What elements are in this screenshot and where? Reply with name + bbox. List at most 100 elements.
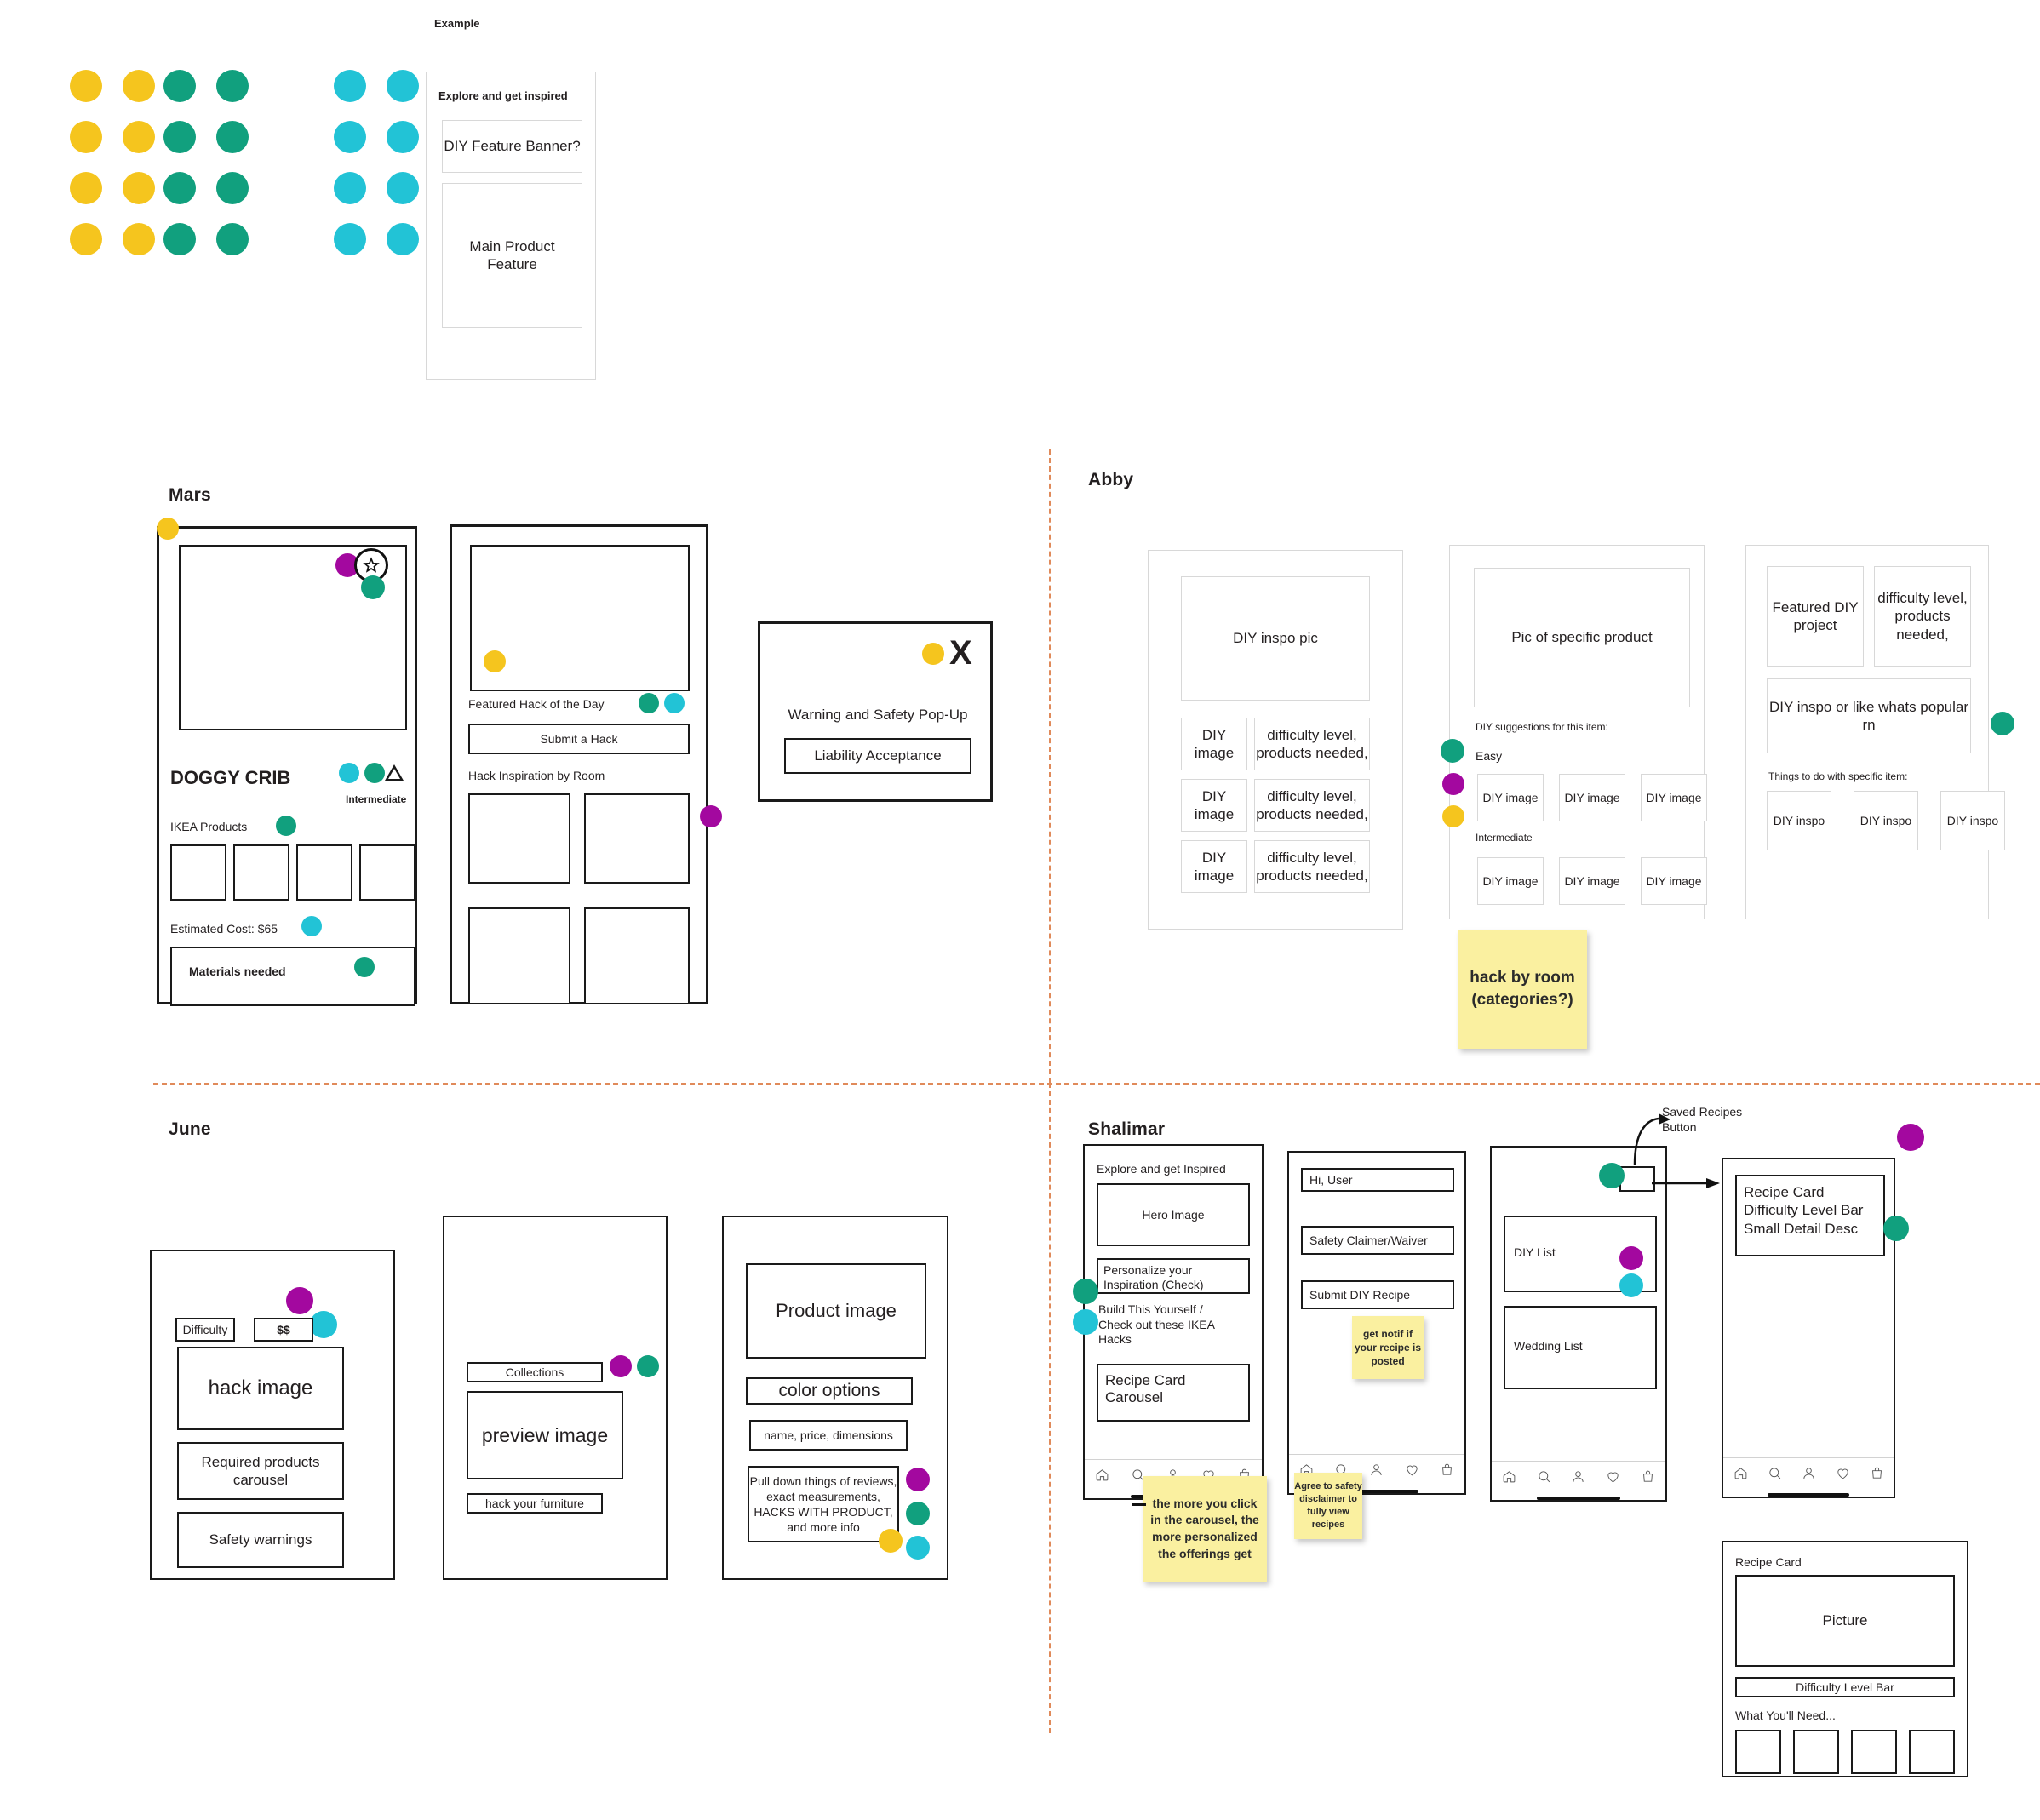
shalimar-hero-image[interactable]: Hero Image	[1097, 1183, 1250, 1246]
annotation-dot-teal[interactable]	[906, 1502, 930, 1525]
annotation-dot-teal[interactable]	[637, 1355, 659, 1377]
annotation-dot-purple[interactable]	[1897, 1124, 1924, 1151]
mars-room-tile[interactable]	[468, 793, 570, 884]
annotation-dot-cyan[interactable]	[664, 693, 685, 713]
annotation-dot-cyan[interactable]	[339, 763, 359, 783]
june-safety-warnings[interactable]: Safety warnings	[177, 1512, 344, 1568]
june-product-image[interactable]: Product image	[746, 1263, 926, 1359]
mars-liability-button[interactable]: Liability Acceptance	[784, 738, 971, 774]
recipe-card-difficulty-bar[interactable]: Difficulty Level Bar	[1735, 1677, 1955, 1697]
shalimar-nav-bar-3[interactable]	[1492, 1461, 1665, 1491]
abby-product-image[interactable]: Pic of specific product	[1474, 568, 1690, 707]
recipe-card-need-tile[interactable]	[1909, 1730, 1955, 1774]
abby-thing-tile[interactable]: DIY inspo	[1767, 791, 1831, 850]
annotation-dot-teal[interactable]	[1073, 1279, 1098, 1304]
shalimar-safety-waiver-button[interactable]: Safety Claimer/Waiver	[1301, 1226, 1454, 1255]
mars-materials-box[interactable]: Materials needed	[170, 947, 415, 1006]
annotation-dot-teal[interactable]	[1991, 712, 2014, 735]
annotation-dot-purple[interactable]	[1619, 1246, 1643, 1270]
june-color-options[interactable]: color options	[746, 1377, 913, 1405]
recipe-card-picture[interactable]: Picture	[1735, 1575, 1955, 1667]
june-hack-image[interactable]: hack image	[177, 1347, 344, 1430]
annotation-dot-cyan[interactable]	[1619, 1273, 1643, 1297]
abby-easy-tile[interactable]: DIY image	[1477, 774, 1544, 821]
abby-screen-2: Pic of specific product DIY suggestions …	[1449, 545, 1707, 919]
annotation-dot-teal[interactable]	[1441, 739, 1464, 763]
june-pulldown-panel[interactable]: Pull down things of reviews, exact measur…	[748, 1466, 899, 1542]
mars-room-tile[interactable]	[584, 907, 690, 1004]
abby-intermediate-tile[interactable]: DIY image	[1477, 857, 1544, 905]
shalimar-nav-bar-4[interactable]	[1723, 1457, 1894, 1487]
annotation-dot-purple[interactable]	[286, 1287, 313, 1314]
annotation-dot-purple[interactable]	[906, 1468, 930, 1491]
june-collections-button[interactable]: Collections	[467, 1362, 603, 1382]
divider-horizontal	[153, 1083, 2040, 1085]
annotation-dot-teal[interactable]	[354, 957, 375, 977]
mars-featured-image[interactable]	[470, 545, 690, 691]
example-screen: Explore and get inspired DIY Feature Ban…	[426, 72, 596, 380]
abby-featured-project[interactable]: Featured DIY project	[1767, 566, 1864, 667]
annotation-arrow-straight	[1652, 1178, 1720, 1188]
shalimar-wedding-list[interactable]: Wedding List	[1504, 1306, 1657, 1389]
mars-featured-label: Featured Hack of the Day	[468, 697, 605, 711]
mars-product-tile[interactable]	[359, 844, 415, 901]
shalimar-recipe-card-detail[interactable]: Recipe Card Difficulty Level Bar Small Det…	[1735, 1175, 1885, 1256]
recipe-card-need-tile[interactable]	[1851, 1730, 1897, 1774]
annotation-arrow-curve	[1633, 1113, 1670, 1165]
mars-room-tile[interactable]	[468, 907, 570, 1004]
june-preview-image[interactable]: preview image	[467, 1391, 623, 1479]
mars-submit-hack-button[interactable]: Submit a Hack	[468, 724, 690, 754]
june-products-carousel[interactable]: Required products carousel	[177, 1442, 344, 1500]
june-hack-furniture-button[interactable]: hack your furniture	[467, 1493, 603, 1514]
annotation-dot-yellow[interactable]	[484, 650, 506, 672]
abby-hero-image[interactable]: DIY inspo pic	[1181, 576, 1370, 701]
abby-inspo-banner[interactable]: DIY inspo or like whats popular rn	[1767, 678, 1971, 753]
annotation-dot-teal[interactable]	[364, 763, 385, 783]
abby-easy-tile[interactable]: DIY image	[1559, 774, 1625, 821]
person-title-mars: Mars	[169, 485, 211, 505]
annotation-dot-yellow[interactable]	[879, 1529, 903, 1553]
shalimar-screen-3: DIY List Wedding List	[1490, 1146, 1667, 1502]
shalimar-personalize-box[interactable]: Personalize your Inspiration (Check)	[1097, 1258, 1250, 1294]
june-price-chip[interactable]: $$	[254, 1318, 313, 1342]
abby-thing-tile[interactable]: DIY inspo	[1940, 791, 2005, 850]
annotation-dot-teal[interactable]	[276, 816, 296, 836]
abby-intermediate-tile[interactable]: DIY image	[1641, 857, 1707, 905]
mars-room-tile[interactable]	[584, 793, 690, 884]
annotation-dot-purple[interactable]	[700, 805, 722, 827]
abby-row-meta: difficulty level, products needed,	[1254, 779, 1370, 832]
example-banner[interactable]: DIY Feature Banner?	[442, 120, 582, 173]
annotation-dot-yellow[interactable]	[1442, 805, 1464, 827]
abby-row-image[interactable]: DIY image	[1181, 840, 1247, 893]
saved-recipes-button[interactable]	[1619, 1166, 1655, 1192]
swatch-teal-dots	[163, 70, 249, 255]
annotation-dot-teal[interactable]	[361, 575, 385, 599]
june-difficulty-chip[interactable]: Difficulty	[175, 1318, 235, 1342]
annotation-dot-teal[interactable]	[639, 693, 659, 713]
annotation-dot-yellow[interactable]	[157, 518, 179, 540]
recipe-card-need-label: What You'll Need...	[1735, 1708, 1836, 1722]
shalimar-submit-recipe-button[interactable]: Submit DIY Recipe	[1301, 1280, 1454, 1309]
annotation-dot-cyan[interactable]	[310, 1311, 337, 1338]
annotation-dot-yellow[interactable]	[922, 643, 944, 665]
heart-icon	[1407, 1465, 1418, 1475]
abby-easy-tile[interactable]: DIY image	[1641, 774, 1707, 821]
example-main-feature[interactable]: Main Product Feature	[442, 183, 582, 328]
mars-product-tile[interactable]	[233, 844, 289, 901]
recipe-card-need-tile[interactable]	[1735, 1730, 1781, 1774]
abby-thing-tile[interactable]: DIY inspo	[1854, 791, 1918, 850]
annotation-dot-cyan[interactable]	[906, 1536, 930, 1560]
annotation-dot-purple[interactable]	[1442, 773, 1464, 795]
annotation-dot-purple[interactable]	[610, 1355, 632, 1377]
annotation-dot-cyan[interactable]	[301, 916, 322, 936]
close-icon[interactable]: X	[949, 636, 972, 670]
abby-row-image[interactable]: DIY image	[1181, 779, 1247, 832]
recipe-card-need-tile[interactable]	[1793, 1730, 1839, 1774]
mars-product-tile[interactable]	[296, 844, 352, 901]
abby-row-image[interactable]: DIY image	[1181, 718, 1247, 770]
annotation-dot-teal[interactable]	[1883, 1216, 1909, 1241]
mars-product-tile[interactable]	[170, 844, 226, 901]
shalimar-recipe-carousel[interactable]: Recipe Card Carousel	[1097, 1364, 1250, 1422]
annotation-dot-cyan[interactable]	[1073, 1309, 1098, 1335]
abby-intermediate-tile[interactable]: DIY image	[1559, 857, 1625, 905]
